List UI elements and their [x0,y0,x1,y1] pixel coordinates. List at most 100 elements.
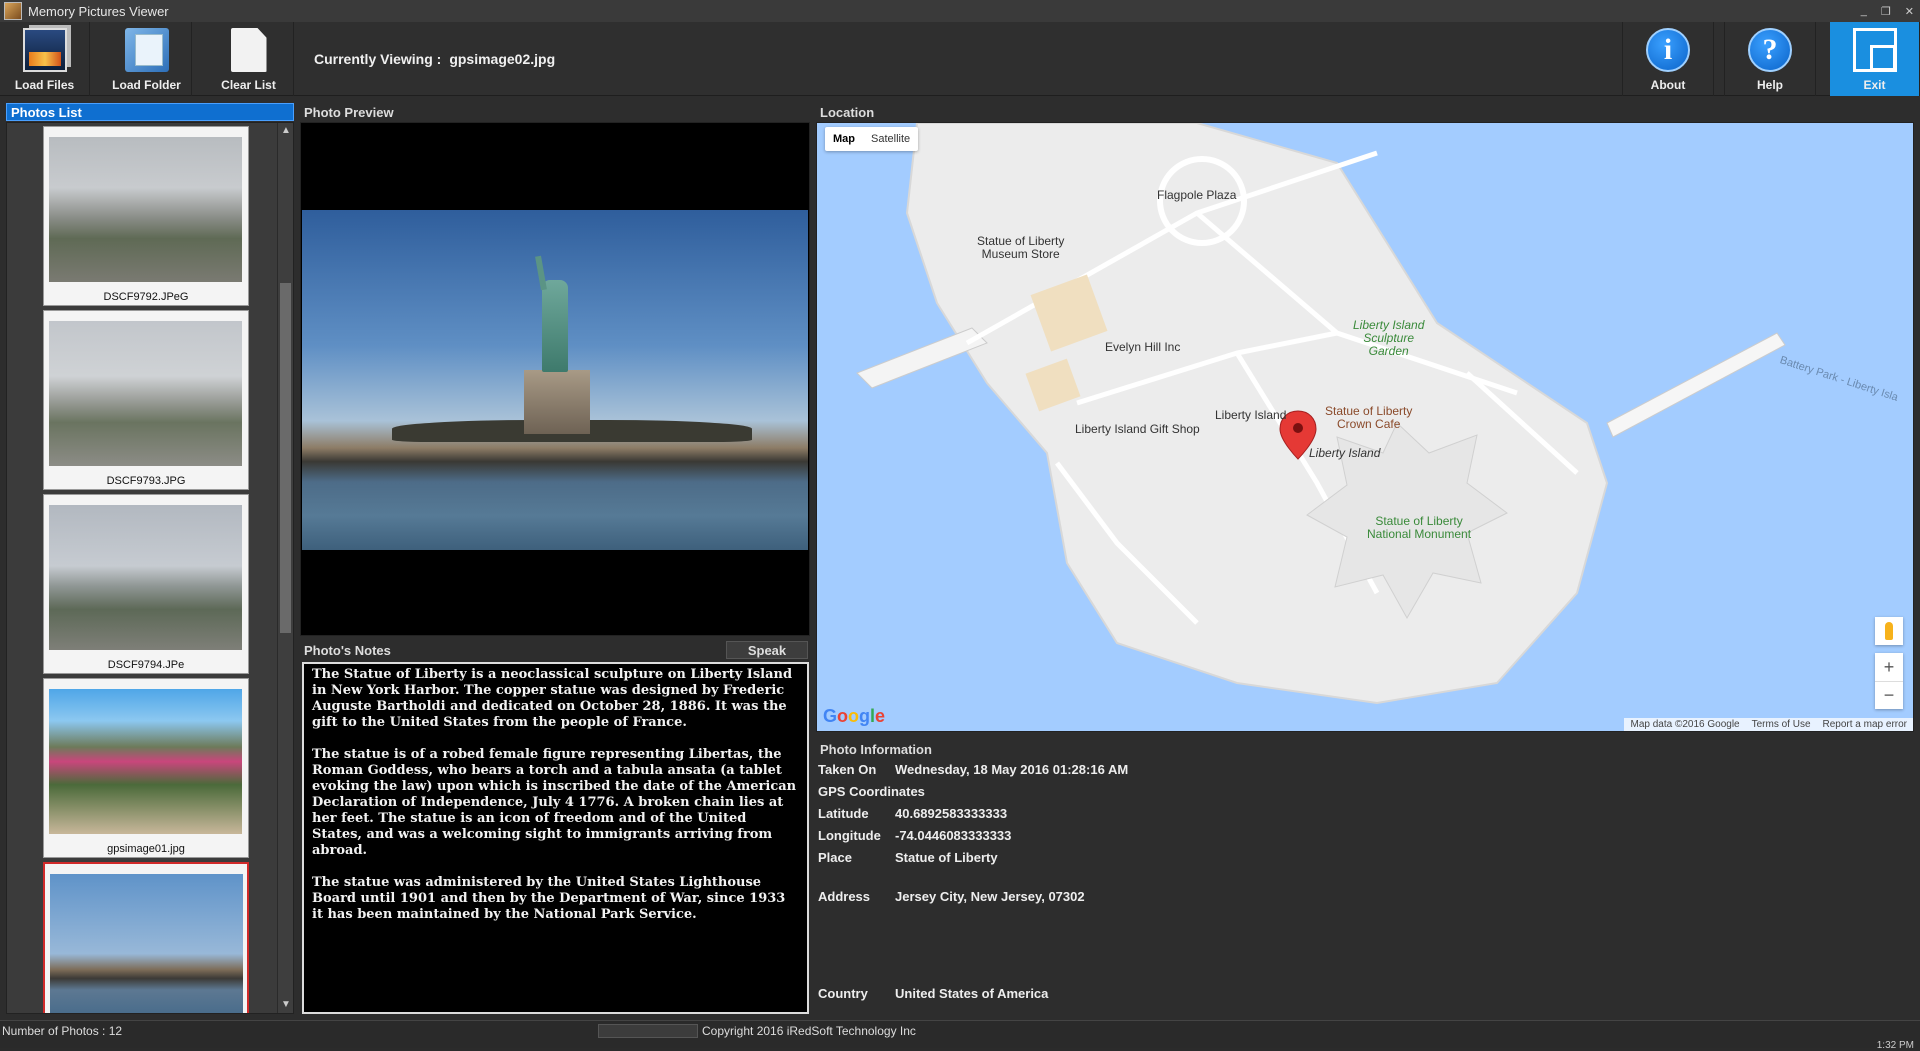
zoom-out-button[interactable]: − [1875,681,1903,709]
thumbnail-image [49,137,242,282]
current-file-name: gpsimage02.jpg [449,51,556,67]
clear-list-label: Clear List [221,78,276,92]
app-window: Memory Pictures Viewer _ ❐ ✕ Load Files … [0,0,1920,1051]
notes-paragraph: The statue was administered by the Unite… [312,875,786,922]
speak-button[interactable]: Speak [726,641,808,659]
statue-figure [542,280,568,372]
restore-button[interactable]: ❐ [1881,5,1891,18]
scrollbar-thumb[interactable] [280,283,291,633]
info-row-taken-on: Taken On Wednesday, 18 May 2016 01:28:16… [818,762,1128,777]
load-folder-label: Load Folder [112,78,181,92]
preview-image [302,210,808,550]
load-files-button[interactable]: Load Files [0,22,90,96]
taken-on-value: Wednesday, 18 May 2016 01:28:16 AM [895,762,1129,777]
gps-label: GPS Coordinates [818,784,925,799]
info-row-place: Place Statue of Liberty [818,850,998,865]
load-files-label: Load Files [14,78,75,92]
latitude-value: 40.6892583333333 [895,806,1008,821]
terms-link[interactable]: Terms of Use [1746,718,1817,731]
map-tab[interactable]: Map [825,127,863,151]
info-row-gps: GPS Coordinates [818,784,925,799]
longitude-label: Longitude [818,828,881,843]
minimize-button[interactable]: _ [1861,5,1867,17]
map-label: Flagpole Plaza [1157,188,1237,202]
load-folder-button[interactable]: Load Folder [102,22,192,96]
window-controls: _ ❐ ✕ [1861,0,1914,22]
clear-list-icon [230,28,267,72]
zoom-in-button[interactable]: + [1875,653,1903,681]
help-icon: ? [1748,28,1792,72]
country-value: United States of America [895,986,1049,1001]
longitude-value: -74.0446083333333 [895,828,1012,843]
photo-thumbnail[interactable]: gpsimage01.jpg [43,678,249,858]
thumbnail-image [49,689,242,834]
map-label: Statue of Liberty Museum Store [977,234,1065,261]
currently-viewing-label: Currently Viewing : [314,51,442,67]
photo-preview [300,122,810,636]
place-label: Place [818,850,852,865]
photo-preview-header: Photo Preview [304,104,394,120]
place-value: Statue of Liberty [895,850,998,865]
scroll-down-icon[interactable]: ▼ [278,997,293,1013]
thumbnail-filename: DSCF9793.JPG [106,475,186,487]
photo-thumbnail-selected[interactable] [43,862,249,1013]
map-label: Liberty Island [1215,408,1287,422]
address-value: Jersey City, New Jersey, 07302 [895,889,1085,904]
title-bar: Memory Pictures Viewer _ ❐ ✕ [0,0,1920,22]
location-map[interactable]: Map Satellite Flagpole Plaza Statue of L… [816,122,1914,732]
thumbnail-filename: DSCF9794.JPe [107,659,185,671]
scroll-up-icon[interactable]: ▲ [278,123,293,139]
help-label: Help [1756,78,1783,92]
info-icon: i [1646,28,1690,72]
map-label: Statue of Liberty Crown Cafe [1325,404,1413,431]
status-bar: Number of Photos : 12 Copyright 2016 iRe… [0,1020,1920,1051]
window-title: Memory Pictures Viewer [28,3,169,19]
photos-list-scrollbar[interactable]: ▲ ▼ [277,123,293,1013]
photos-list[interactable]: DSCF9792.JPeG DSCF9793.JPG DSCF9794.JPe … [6,122,294,1014]
info-row-longitude: Longitude -74.0446083333333 [818,828,1011,843]
statue-torch-arm [535,255,547,291]
exit-icon [1852,28,1897,72]
clear-list-button[interactable]: Clear List [204,22,294,96]
photo-thumbnail[interactable]: DSCF9792.JPeG [43,126,249,306]
photo-thumbnail[interactable]: DSCF9794.JPe [43,494,249,674]
notes-paragraph: The statue is of a robed female figure r… [312,747,797,858]
thumbnail-filename: gpsimage01.jpg [107,843,185,855]
exit-label: Exit [1863,78,1886,92]
report-error-link[interactable]: Report a map error [1817,718,1913,731]
map-label: Evelyn Hill Inc [1105,340,1181,354]
info-row-latitude: Latitude 40.6892583333333 [818,806,1007,821]
map-label: Liberty Island Gift Shop [1075,422,1200,436]
google-logo: Google [823,706,886,726]
photo-thumbnail[interactable]: DSCF9793.JPG [43,310,249,490]
progress-bar [598,1024,698,1038]
exit-button[interactable]: Exit [1830,22,1920,96]
map-label: Statue of Liberty National Monument [1367,514,1472,541]
pegman-icon[interactable] [1875,617,1903,645]
photos-list-header: Photos List [6,103,294,121]
thumbnail-filename: DSCF9792.JPeG [103,291,189,303]
map-data-credit: Map data ©2016 Google [1630,719,1740,730]
zoom-control: + − [1875,653,1903,709]
close-button[interactable]: ✕ [1905,5,1914,18]
map-type-control: Map Satellite [825,127,919,151]
copyright-text: Copyright 2016 iRedSoft Technology Inc [702,1024,916,1038]
taken-on-label: Taken On [818,762,877,777]
map-footer: Map data ©2016 Google Terms of Use Repor… [1624,718,1913,731]
thumbnail-image [49,505,242,650]
thumbnail-image [50,874,243,1013]
statue-pedestal [524,370,590,434]
photo-info: Taken On Wednesday, 18 May 2016 01:28:16… [816,760,1914,1014]
clock: 1:32 PM [1876,1040,1914,1051]
currently-viewing: Currently Viewing : gpsimage02.jpg [314,22,555,96]
photo-notes-text[interactable]: The Statue of Liberty is a neoclassical … [302,662,809,1014]
satellite-tab[interactable]: Satellite [863,127,918,151]
about-button[interactable]: i About [1622,22,1714,96]
info-row-country: Country United States of America [818,986,1048,1001]
load-folder-icon [124,28,169,72]
map-label: Liberty Island [1309,446,1381,460]
latitude-label: Latitude [818,806,869,821]
photo-info-header: Photo Information [820,741,932,757]
help-button[interactable]: ? Help [1724,22,1816,96]
right-pier [1606,332,1786,438]
